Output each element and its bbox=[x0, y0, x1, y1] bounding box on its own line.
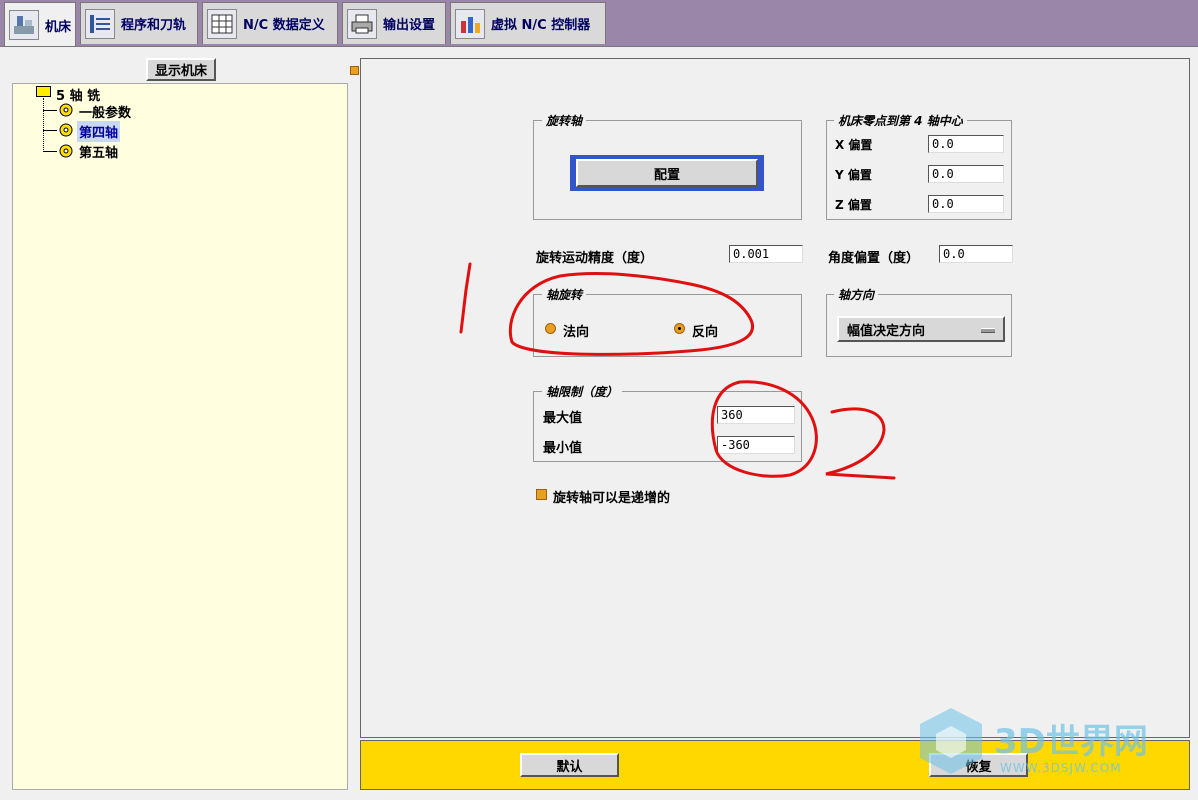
radio-normal[interactable] bbox=[545, 323, 556, 334]
min-label: 最小值 bbox=[543, 441, 583, 456]
max-label: 最大值 bbox=[543, 411, 583, 426]
radio-reverse[interactable] bbox=[674, 323, 685, 334]
incremental-checkbox[interactable] bbox=[536, 489, 547, 500]
tab-output-settings[interactable]: 输出设置 bbox=[342, 2, 446, 44]
gear-icon bbox=[59, 144, 73, 158]
axis-direction-value: 幅值决定方向 bbox=[847, 323, 926, 339]
tree-line bbox=[43, 110, 57, 111]
axis-direction-dropdown[interactable]: 幅值决定方向 bbox=[837, 316, 1005, 342]
dropdown-indicator-icon bbox=[981, 328, 995, 333]
tab-nc-data[interactable]: N/C 数据定义 bbox=[202, 2, 338, 44]
pane-splitter-handle[interactable] bbox=[350, 66, 359, 75]
min-field[interactable]: -360 bbox=[717, 436, 795, 454]
y-offset-field[interactable]: 0.0 bbox=[928, 165, 1004, 183]
tab-program-toolpath[interactable]: 程序和刀轨 bbox=[80, 2, 198, 44]
precision-label: 旋转运动精度（度） bbox=[536, 251, 654, 266]
nc-data-icon bbox=[207, 8, 237, 39]
tab-label: 虚拟 N/C 控制器 bbox=[491, 18, 591, 33]
watermark-url: WWW.3DSJW.COM bbox=[1000, 761, 1122, 775]
radio-reverse-label: 反向 bbox=[692, 325, 719, 340]
radio-normal-label: 法向 bbox=[563, 325, 590, 340]
config-button[interactable]: 配置 bbox=[576, 159, 758, 187]
z-offset-label: Z 偏置 bbox=[835, 198, 872, 212]
angle-offset-label: 角度偏置（度） bbox=[828, 251, 920, 266]
printer-icon bbox=[347, 8, 377, 39]
x-offset-field[interactable]: 0.0 bbox=[928, 135, 1004, 153]
y-offset-label: Y 偏置 bbox=[835, 168, 872, 182]
tab-machine[interactable]: 机床 bbox=[4, 2, 76, 47]
default-button[interactable]: 默认 bbox=[520, 753, 619, 777]
tree-item-fourth-axis[interactable]: 第四轴 bbox=[77, 121, 121, 142]
max-field[interactable]: 360 bbox=[717, 406, 795, 424]
config-button-focus: 配置 bbox=[570, 155, 764, 191]
tab-label: 程序和刀轨 bbox=[121, 18, 187, 33]
axis-rotation-legend: 轴旋转 bbox=[542, 286, 587, 303]
show-machine-button[interactable]: 显示机床 bbox=[146, 58, 216, 81]
program-toolpath-icon bbox=[85, 8, 115, 39]
tab-label: 机床 bbox=[45, 19, 72, 35]
precision-field[interactable]: 0.001 bbox=[729, 245, 803, 263]
z-offset-field[interactable]: 0.0 bbox=[928, 195, 1004, 213]
virtual-controller-icon bbox=[455, 8, 485, 39]
angle-offset-field[interactable]: 0.0 bbox=[939, 245, 1013, 263]
rotary-axis-legend: 旋转轴 bbox=[542, 112, 587, 129]
tab-label: N/C 数据定义 bbox=[243, 18, 325, 33]
machine-zero-legend: 机床零点到第 4 轴中心 bbox=[834, 112, 967, 129]
x-offset-label: X 偏置 bbox=[835, 138, 873, 152]
tab-virtual-controller[interactable]: 虚拟 N/C 控制器 bbox=[450, 2, 606, 44]
watermark-logo-icon bbox=[920, 708, 982, 774]
tree-item-fifth-axis[interactable]: 第五轴 bbox=[79, 142, 118, 161]
folder-icon bbox=[36, 86, 51, 97]
axis-limits-legend: 轴限制（度） bbox=[542, 383, 623, 400]
tree-line bbox=[43, 130, 57, 131]
tree-line bbox=[43, 151, 57, 152]
tab-label: 输出设置 bbox=[383, 18, 436, 33]
machine-icon bbox=[9, 10, 39, 40]
gear-icon bbox=[59, 103, 73, 117]
gear-icon bbox=[59, 123, 73, 137]
machine-tree-pane bbox=[12, 83, 348, 790]
axis-direction-legend: 轴方向 bbox=[834, 286, 879, 303]
tree-item-general-params[interactable]: 一般参数 bbox=[79, 102, 131, 121]
watermark-text: 3D世界网 bbox=[994, 722, 1148, 762]
tree-line bbox=[43, 98, 45, 152]
incremental-checkbox-label: 旋转轴可以是递增的 bbox=[553, 491, 671, 506]
